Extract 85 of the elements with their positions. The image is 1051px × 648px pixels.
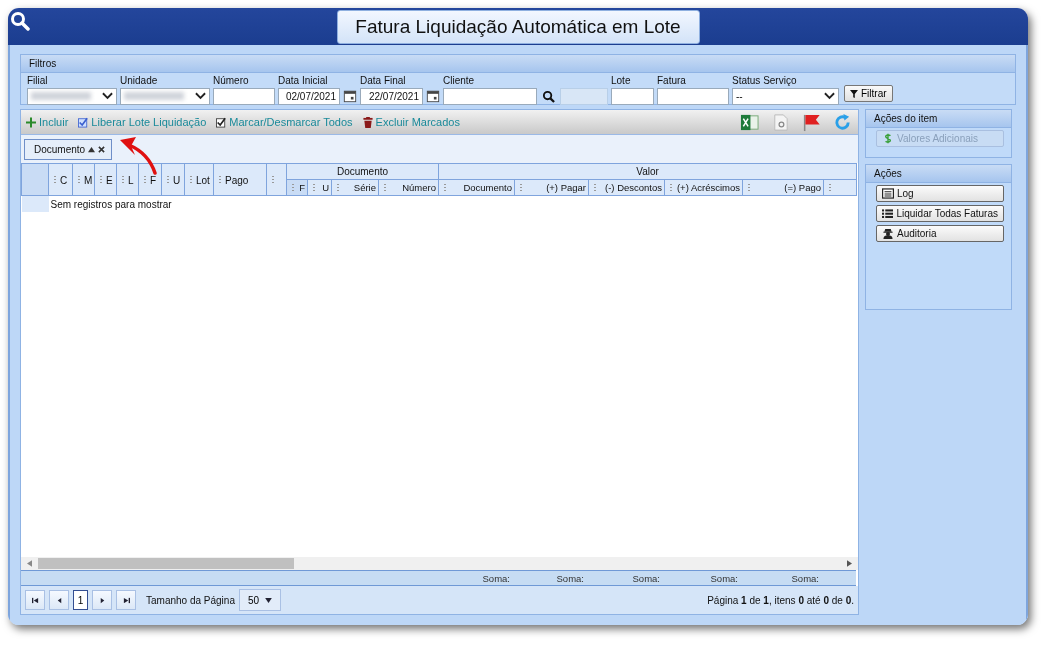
dollar-icon <box>882 133 894 144</box>
scrollbar-thumb[interactable] <box>38 558 294 569</box>
column-group-header: Documento <box>286 163 439 180</box>
select-field[interactable]: -- <box>732 87 839 105</box>
field-label: Status Serviço <box>732 75 798 87</box>
input-field[interactable] <box>443 87 537 105</box>
column-header[interactable] <box>266 163 287 196</box>
action-button[interactable]: Log <box>876 185 1004 202</box>
footer-sum-label: Soma: <box>710 572 738 584</box>
first-page-icon <box>31 596 39 604</box>
panel-title: Ações <box>866 165 1011 183</box>
trash-icon <box>362 116 373 128</box>
select-field[interactable] <box>27 87 117 105</box>
field-label: Número <box>213 75 250 87</box>
page-size-label: Tamanho da Página <box>146 594 235 606</box>
input-field[interactable] <box>611 87 654 105</box>
last-page-icon <box>122 596 130 604</box>
page-button[interactable]: 1 <box>73 590 88 610</box>
page-size-select[interactable]: 50 <box>238 589 282 611</box>
footer-sum-label: Soma: <box>791 572 819 584</box>
horizontal-scrollbar[interactable] <box>21 557 858 570</box>
column-header[interactable]: C <box>48 163 73 196</box>
panel-title: Filtros <box>21 55 1015 73</box>
footer-sum-label: Soma: <box>482 572 510 584</box>
filter-button[interactable]: Filtrar <box>844 85 893 102</box>
sort-up-icon[interactable] <box>88 145 96 153</box>
header-cell <box>21 163 49 196</box>
panel-title: Ações do item <box>866 110 1011 128</box>
action-button[interactable]: Auditoria <box>876 225 1004 242</box>
flag-icon[interactable] <box>802 112 821 132</box>
input-field[interactable] <box>657 87 729 105</box>
annotation-arrow <box>119 137 159 175</box>
blurred-value <box>124 92 184 100</box>
dropdown-icon <box>265 597 273 603</box>
funnel-icon <box>850 89 858 98</box>
field-label: Fatura <box>657 75 687 87</box>
field-label: Filial <box>27 75 49 87</box>
field-label: Lote <box>611 75 632 87</box>
list-box-icon <box>882 188 894 199</box>
field-label: Data Final <box>360 75 407 87</box>
action-button[interactable]: Liquidar Todas Faturas <box>876 205 1004 222</box>
footer-sum-label: Soma: <box>556 572 584 584</box>
close-icon[interactable] <box>98 145 106 153</box>
column-header[interactable]: E <box>94 163 117 196</box>
previous-icon <box>55 596 63 604</box>
select-field[interactable] <box>120 87 210 105</box>
refresh-icon[interactable] <box>833 112 852 132</box>
checkbox-icon <box>78 116 89 128</box>
scroll-left-icon[interactable] <box>27 560 32 567</box>
field-label: Cliente <box>443 75 476 87</box>
chevron-down-icon[interactable] <box>195 92 206 100</box>
column-header[interactable]: U <box>161 163 185 196</box>
input-field <box>560 87 608 105</box>
user-secret-icon <box>882 228 894 239</box>
column-header[interactable]: M <box>72 163 95 196</box>
calendar-icon[interactable] <box>426 89 440 103</box>
group-chip[interactable]: Documento <box>24 138 113 160</box>
chevron-down-icon[interactable] <box>102 92 113 100</box>
last-page-button[interactable] <box>116 590 136 610</box>
input-field[interactable] <box>213 87 275 105</box>
date-field[interactable]: 02/07/2021 <box>278 87 340 105</box>
page-summary: Página 1 de 1, itens 0 até 0 de 0. <box>707 594 854 606</box>
column-group-header: Valor <box>438 163 857 180</box>
column-header[interactable]: Pago <box>213 163 267 196</box>
footer-sum-label: Soma: <box>632 572 660 584</box>
first-page-button[interactable] <box>25 590 45 610</box>
column-header[interactable]: L <box>116 163 139 196</box>
window-title: Fatura Liquidação Automática em Lote <box>336 10 700 44</box>
blurred-value <box>31 92 91 100</box>
calendar-icon[interactable] <box>343 89 357 103</box>
field-label: Data Inicial <box>278 75 329 87</box>
document-icon[interactable] <box>771 112 790 132</box>
search-icon[interactable] <box>10 11 30 31</box>
spreadsheet-icon[interactable] <box>740 112 759 132</box>
date-field[interactable]: 22/07/2021 <box>360 87 423 105</box>
next-icon <box>98 596 106 604</box>
scroll-right-icon[interactable] <box>847 560 852 567</box>
chevron-down-icon[interactable] <box>824 92 835 100</box>
field-label: Unidade <box>120 75 159 87</box>
checkbox-icon <box>216 116 227 128</box>
list-icon <box>882 208 894 219</box>
empty-message: Sem registros para mostrar <box>50 198 172 210</box>
search-icon[interactable] <box>542 89 555 103</box>
column-header[interactable]: Lot <box>184 163 214 196</box>
plus-icon <box>26 116 36 128</box>
